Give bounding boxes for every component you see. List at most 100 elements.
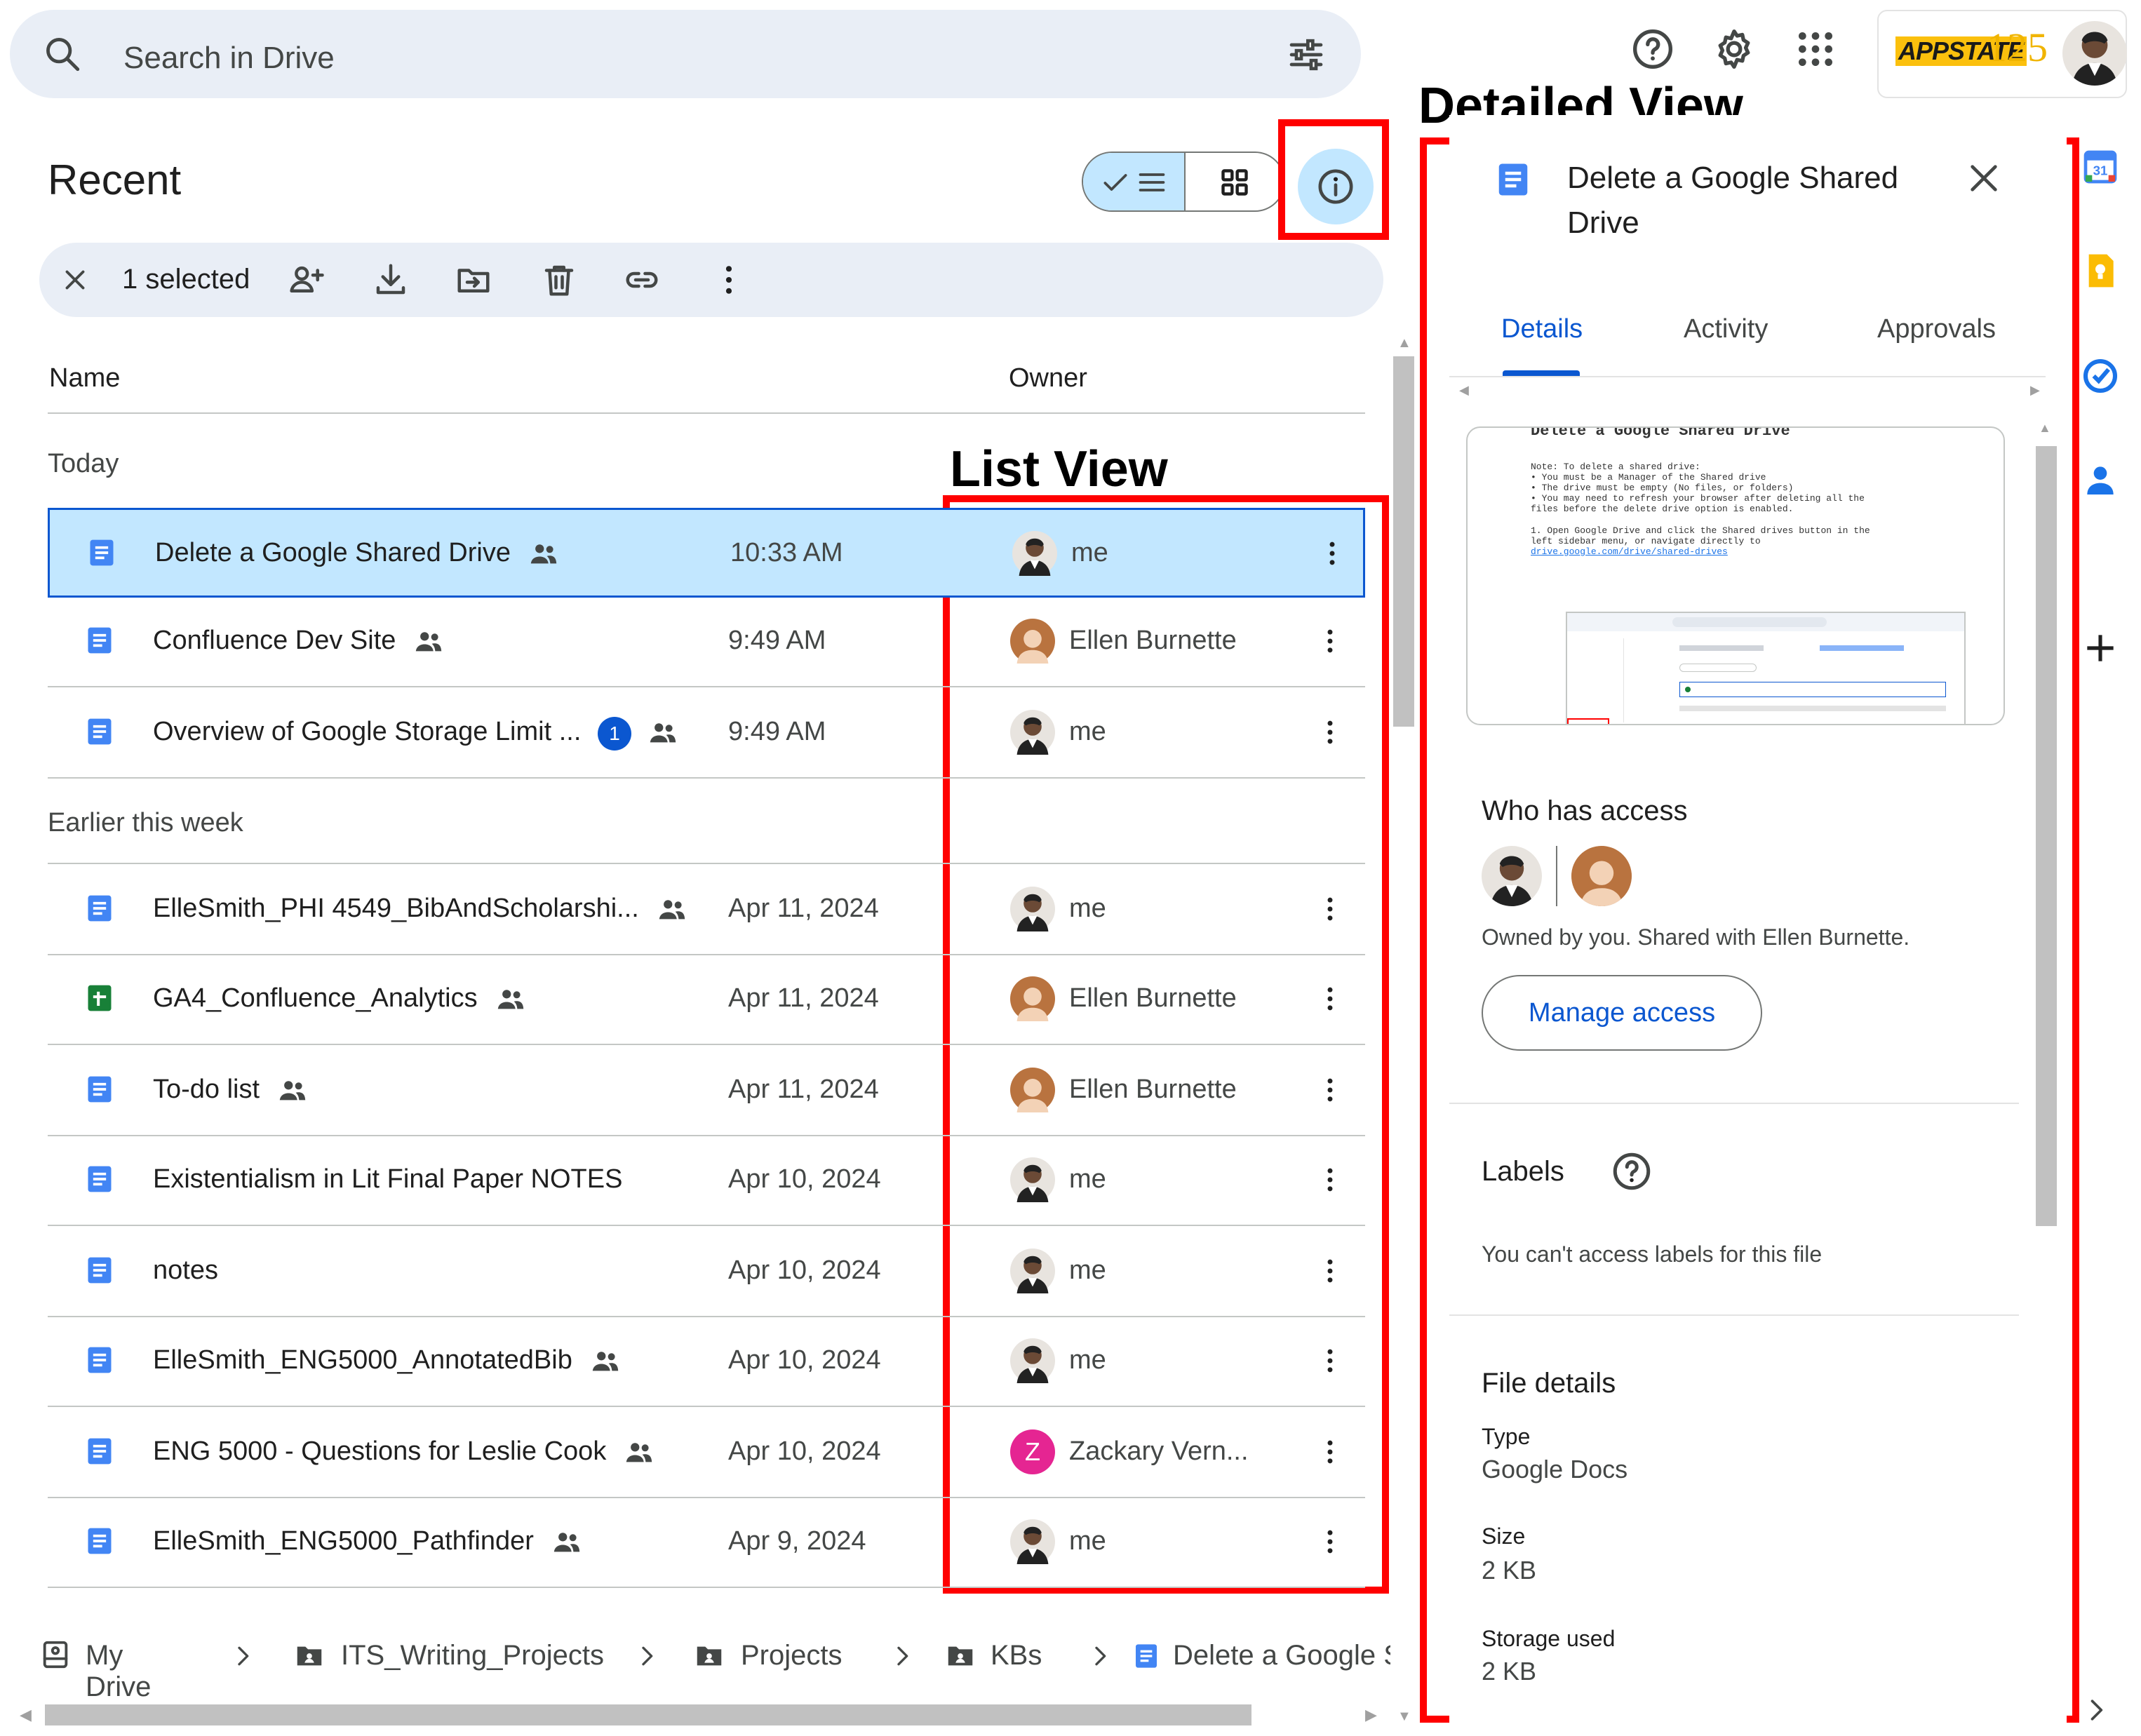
- apps-grid-icon[interactable]: [1793, 27, 1838, 72]
- more-actions-icon[interactable]: [1315, 1345, 1345, 1376]
- owner-avatar: [1010, 887, 1055, 931]
- file-name[interactable]: Delete a Google Shared Drive: [155, 538, 511, 568]
- help-icon[interactable]: [1630, 27, 1675, 72]
- owner-avatar: [1010, 1157, 1055, 1202]
- file-row[interactable]: ENG 5000 - Questions for Leslie Cook Apr …: [48, 1408, 1365, 1498]
- more-actions-icon[interactable]: [1315, 626, 1345, 657]
- add-addon-icon[interactable]: [2081, 628, 2120, 668]
- tab-scroll-left-icon[interactable]: ◀: [1459, 383, 1469, 398]
- file-owner: Ellen Burnette: [1069, 626, 1237, 655]
- column-header-name[interactable]: Name: [49, 363, 120, 393]
- user-avatar[interactable]: [2062, 21, 2127, 86]
- file-row[interactable]: Delete a Google Shared Drive 10:33 AM me: [48, 508, 1365, 598]
- more-actions-icon[interactable]: [1315, 1256, 1345, 1286]
- file-name[interactable]: ElleSmith_ENG5000_AnnotatedBib: [153, 1345, 572, 1375]
- more-actions-icon[interactable]: [1315, 1526, 1345, 1557]
- list-view-annotation: List View: [950, 441, 1168, 497]
- shared-user-avatar[interactable]: [1571, 846, 1632, 906]
- file-row[interactable]: Overview of Google Storage Limit ... 9:49…: [48, 689, 1365, 779]
- file-owner: me: [1069, 1526, 1106, 1556]
- trash-icon[interactable]: [540, 261, 578, 299]
- type-label: Type: [1482, 1424, 1531, 1449]
- tasks-icon[interactable]: [2081, 356, 2120, 396]
- share-add-person-icon[interactable]: [288, 261, 325, 299]
- move-to-folder-icon[interactable]: [455, 261, 492, 299]
- file-name[interactable]: ElleSmith_ENG5000_Pathfinder: [153, 1526, 534, 1556]
- breadcrumb-item-current-file[interactable]: Delete a Google S: [1173, 1640, 1390, 1671]
- tab-details[interactable]: Details: [1501, 314, 1583, 344]
- preview-text: Note: To delete a shared drive: • You mu…: [1531, 462, 1870, 557]
- more-actions-icon[interactable]: [710, 261, 748, 299]
- file-name[interactable]: notes: [153, 1256, 218, 1286]
- list-scrollbar[interactable]: [1393, 356, 1414, 727]
- shared-people-icon: [623, 1436, 655, 1469]
- file-name[interactable]: Overview of Google Storage Limit ...: [153, 717, 581, 747]
- google-doc-icon: [84, 714, 115, 749]
- labels-message: You can't access labels for this file: [1482, 1242, 1823, 1267]
- owner-avatar[interactable]: [1482, 846, 1542, 906]
- details-scroll-up-icon[interactable]: ▲: [2039, 421, 2051, 436]
- tab-activity[interactable]: Activity: [1684, 314, 1768, 344]
- more-actions-icon[interactable]: [1317, 538, 1348, 569]
- copy-link-icon[interactable]: [623, 261, 661, 299]
- search-icon[interactable]: [42, 34, 83, 74]
- expand-side-panel-icon[interactable]: [2081, 1695, 2112, 1725]
- account-brand[interactable]: APPSTATE 125: [1877, 10, 2127, 98]
- google-doc-icon: [84, 1434, 115, 1469]
- file-row[interactable]: GA4_Confluence_Analytics Apr 11, 2024 Elle…: [48, 955, 1365, 1045]
- more-actions-icon[interactable]: [1315, 1075, 1345, 1105]
- file-name[interactable]: Confluence Dev Site: [153, 626, 396, 656]
- more-actions-icon[interactable]: [1315, 717, 1345, 748]
- grid-view-button[interactable]: [1186, 153, 1284, 210]
- more-actions-icon[interactable]: [1315, 1436, 1345, 1467]
- file-name[interactable]: ElleSmith_PHI 4549_BibAndScholarshi...: [153, 894, 639, 924]
- scroll-up-arrow-icon[interactable]: ▲: [1397, 335, 1411, 351]
- tab-approvals[interactable]: Approvals: [1877, 314, 1996, 344]
- details-scrollbar[interactable]: [2036, 446, 2057, 1226]
- shared-people-icon: [589, 1345, 622, 1378]
- file-name[interactable]: Existentialism in Lit Final Paper NOTES: [153, 1164, 622, 1195]
- preview-line: left sidebar menu, or navigate directly …: [1531, 536, 1761, 546]
- settings-gear-icon[interactable]: [1712, 27, 1757, 72]
- view-toggle[interactable]: [1082, 152, 1285, 212]
- file-row[interactable]: ElleSmith_ENG5000_AnnotatedBib Apr 10, 20…: [48, 1317, 1365, 1407]
- file-name[interactable]: ENG 5000 - Questions for Leslie Cook: [153, 1436, 606, 1467]
- more-actions-icon[interactable]: [1315, 983, 1345, 1014]
- scroll-right-arrow-icon[interactable]: ▶: [1365, 1706, 1377, 1724]
- file-row[interactable]: notes Apr 10, 2024 me: [48, 1227, 1365, 1317]
- breadcrumb-item-my-drive[interactable]: My Drive: [86, 1640, 151, 1703]
- breadcrumb-item-projects[interactable]: Projects: [741, 1640, 843, 1671]
- keep-icon[interactable]: [2081, 251, 2120, 290]
- calendar-icon[interactable]: 31: [2081, 147, 2120, 187]
- scroll-down-arrow-icon[interactable]: ▼: [1397, 1709, 1411, 1725]
- close-icon[interactable]: [1964, 159, 2004, 198]
- more-actions-icon[interactable]: [1315, 1164, 1345, 1195]
- search-bar[interactable]: Search in Drive: [10, 10, 1361, 98]
- file-row[interactable]: ElleSmith_PHI 4549_BibAndScholarshi... Ap…: [48, 866, 1365, 955]
- file-row[interactable]: Confluence Dev Site 9:49 AM Ellen Burnette: [48, 598, 1365, 687]
- clear-selection-icon[interactable]: [59, 264, 91, 296]
- breadcrumb-item-its-writing-projects[interactable]: ITS_Writing_Projects: [341, 1640, 604, 1671]
- file-row[interactable]: To-do list Apr 11, 2024 Ellen Burnette: [48, 1047, 1365, 1136]
- contacts-icon[interactable]: [2081, 460, 2120, 499]
- column-header-owner[interactable]: Owner: [1009, 363, 1087, 393]
- breadcrumb-item-kbs[interactable]: KBs: [991, 1640, 1042, 1671]
- google-doc-icon: [84, 623, 115, 658]
- help-icon[interactable]: [1611, 1150, 1653, 1192]
- tab-scroll-right-icon[interactable]: ▶: [2030, 383, 2040, 398]
- search-input[interactable]: Search in Drive: [123, 41, 335, 76]
- horizontal-scrollbar[interactable]: [45, 1704, 1251, 1725]
- more-actions-icon[interactable]: [1315, 894, 1345, 924]
- list-view-button[interactable]: [1083, 153, 1186, 210]
- file-row[interactable]: ElleSmith_ENG5000_Pathfinder Apr 9, 2024 m…: [48, 1498, 1365, 1588]
- manage-access-button[interactable]: Manage access: [1482, 975, 1762, 1051]
- search-options-icon[interactable]: [1287, 35, 1326, 74]
- file-name[interactable]: GA4_Confluence_Analytics: [153, 983, 478, 1014]
- file-row[interactable]: Existentialism in Lit Final Paper NOTES A…: [48, 1136, 1365, 1226]
- file-name[interactable]: To-do list: [153, 1075, 260, 1105]
- scroll-left-arrow-icon[interactable]: ◀: [20, 1706, 32, 1724]
- download-icon[interactable]: [372, 261, 410, 299]
- file-preview-thumbnail[interactable]: Delete a Google Shared Drive Note: To de…: [1466, 426, 2005, 725]
- appstate-125-logo: 125: [1987, 25, 2048, 70]
- owner-avatar: [1010, 1068, 1055, 1112]
